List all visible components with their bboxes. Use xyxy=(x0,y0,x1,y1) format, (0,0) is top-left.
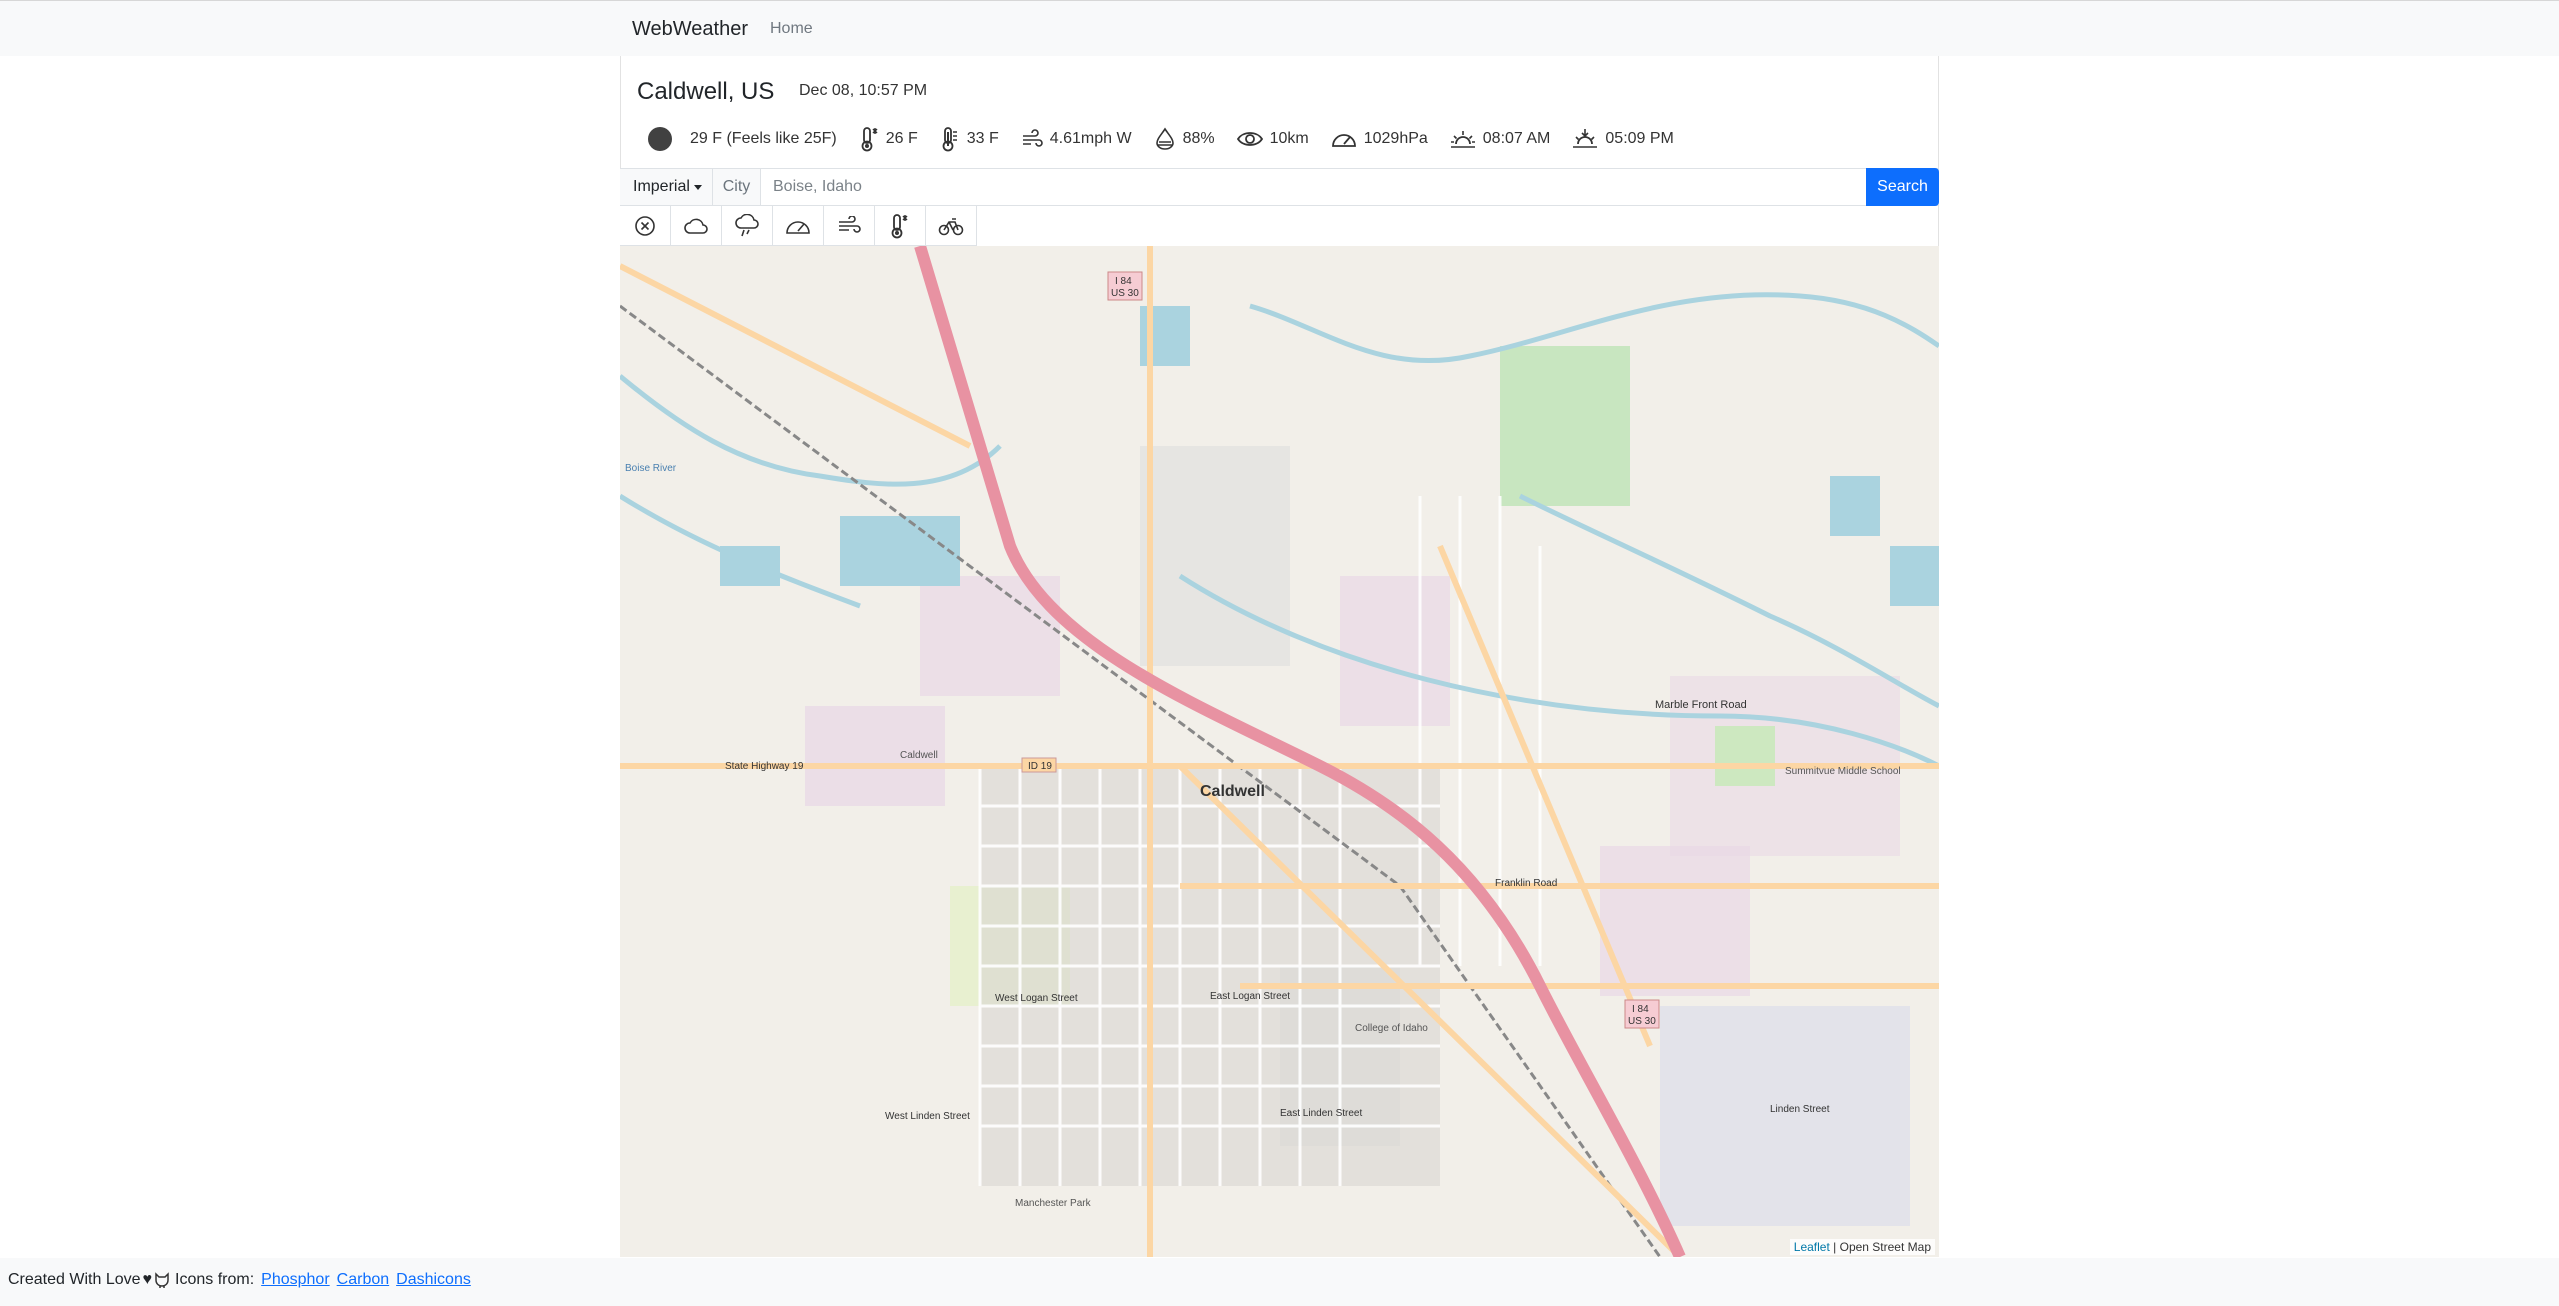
footer-icons-from: Icons from: xyxy=(175,1271,255,1288)
shield-id19-label: ID 19 xyxy=(1028,761,1052,772)
moon-icon xyxy=(648,127,672,151)
map-label-marble-front: Marble Front Road xyxy=(1655,699,1747,711)
map-label-east-logan: East Logan Street xyxy=(1210,991,1290,1002)
sunset-icon xyxy=(1573,129,1598,148)
heart-icon: ♥ xyxy=(142,1271,153,1288)
search-button[interactable]: Search xyxy=(1866,168,1939,206)
shield-i84-bottom: I 84 xyxy=(1632,1004,1649,1015)
temperature-value: 29 F (Feels like 25F) xyxy=(690,130,837,147)
shield-us30-bottom: US 30 xyxy=(1628,1016,1656,1027)
map-view[interactable]: Caldwell Marble Front Road State Highway… xyxy=(620,246,1939,1257)
layer-bike-button[interactable] xyxy=(926,206,977,246)
humidity-value: 88% xyxy=(1182,130,1215,147)
map-label-franklin: Franklin Road xyxy=(1495,878,1557,889)
humidity-icon xyxy=(1155,127,1174,150)
weather-stats: 29 F (Feels like 25F) 26 F 33 F 4.61mph … xyxy=(648,124,1696,154)
shield-i84-top: I 84 xyxy=(1115,276,1132,287)
wind-value: 4.61mph W xyxy=(1049,130,1132,147)
cloud-icon xyxy=(684,218,708,234)
temperature-icon xyxy=(891,213,908,238)
sunset-value: 05:09 PM xyxy=(1605,130,1674,147)
map-label-summitvue: Summitvue Middle School xyxy=(1785,766,1901,777)
unit-dropdown[interactable]: Imperial xyxy=(620,169,713,205)
map-label-east-linden: East Linden Street xyxy=(1280,1108,1362,1119)
nav-home-link[interactable]: Home xyxy=(770,20,813,38)
stat-temp-min: 26 F xyxy=(859,126,918,152)
gauge-icon xyxy=(1331,134,1356,147)
city-search-input[interactable] xyxy=(761,169,1866,205)
github-cat-icon xyxy=(155,1272,169,1288)
bike-icon xyxy=(938,217,964,235)
layer-clouds-button[interactable] xyxy=(671,206,722,246)
sunrise-icon xyxy=(1450,131,1475,148)
thermometer-high-icon xyxy=(942,127,957,152)
stat-sunset: 05:09 PM xyxy=(1572,128,1674,150)
shield-us30-top: US 30 xyxy=(1111,288,1139,299)
footer-link-phosphor[interactable]: Phosphor xyxy=(261,1271,330,1289)
footer: Created With Love ♥ Icons from: Phosphor… xyxy=(0,1258,2559,1306)
footer-link-dashicons[interactable]: Dashicons xyxy=(396,1271,471,1289)
layer-wind-button[interactable] xyxy=(824,206,875,246)
pressure-icon xyxy=(786,220,810,234)
layer-precipitation-button[interactable] xyxy=(722,206,773,246)
footer-created: Created With Love xyxy=(8,1271,141,1288)
osm-attribution: | Open Street Map xyxy=(1833,1240,1931,1254)
unit-selected: Imperial xyxy=(633,178,690,195)
map-label-linden: Linden Street xyxy=(1770,1104,1830,1115)
location-datetime: Dec 08, 10:57 PM xyxy=(799,82,928,99)
map-label-college: College of Idaho xyxy=(1355,1023,1428,1034)
thermometer-low-icon xyxy=(861,127,878,152)
layer-temperature-button[interactable] xyxy=(875,206,926,246)
stat-wind: 4.61mph W xyxy=(1021,129,1132,149)
map-label-west-logan: West Logan Street xyxy=(995,993,1078,1004)
stat-humidity: 88% xyxy=(1154,127,1215,151)
map-attribution: Leaflet | Open Street Map xyxy=(1789,1239,1935,1255)
map-label-manchester: Manchester Park xyxy=(1015,1198,1092,1209)
map-label-west-linden: West Linden Street xyxy=(885,1111,970,1122)
leaflet-link[interactable]: Leaflet xyxy=(1794,1240,1830,1254)
temp-min-value: 26 F xyxy=(885,130,918,147)
map-label-boise-river: Boise River xyxy=(625,463,677,474)
map-label-state-hwy: State Highway 19 xyxy=(725,761,804,772)
city-label: City xyxy=(713,169,761,205)
precipitation-icon xyxy=(735,213,759,236)
stat-visibility: 10km xyxy=(1236,130,1309,148)
navbar: WebWeather Home xyxy=(0,1,2559,56)
map-label-city: Caldwell xyxy=(1200,783,1265,800)
layer-pressure-button[interactable] xyxy=(773,206,824,246)
stat-temperature: 29 F (Feels like 25F) xyxy=(648,127,837,151)
close-circle-icon xyxy=(635,215,655,236)
sunrise-value: 08:07 AM xyxy=(1482,130,1551,147)
temp-max-value: 33 F xyxy=(966,130,999,147)
wind-icon xyxy=(1022,129,1043,147)
pressure-value: 1029hPa xyxy=(1363,130,1428,147)
map-label-caldwell-small: Caldwell xyxy=(900,750,938,761)
stat-pressure: 1029hPa xyxy=(1331,129,1428,149)
search-bar: Imperial City Search xyxy=(620,168,1939,206)
layer-clear-button[interactable] xyxy=(620,206,671,246)
stat-temp-max: 33 F xyxy=(940,126,999,152)
map-layer-toolbar xyxy=(620,206,977,246)
visibility-value: 10km xyxy=(1269,130,1309,147)
brand[interactable]: WebWeather xyxy=(632,18,748,41)
footer-link-carbon[interactable]: Carbon xyxy=(337,1271,389,1289)
caret-down-icon xyxy=(693,184,702,190)
eye-icon xyxy=(1236,132,1263,146)
wind-icon xyxy=(839,215,861,233)
map-canvas[interactable]: Caldwell Marble Front Road State Highway… xyxy=(620,246,1939,1257)
location-name: Caldwell, US xyxy=(637,78,775,105)
stat-sunrise: 08:07 AM xyxy=(1450,128,1551,150)
